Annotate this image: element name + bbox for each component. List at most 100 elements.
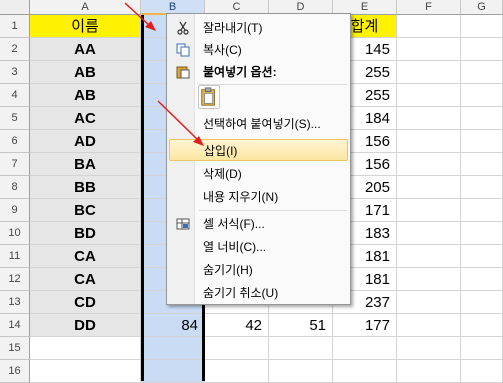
column-header-g[interactable]: G — [461, 0, 503, 15]
cell-g[interactable] — [461, 38, 503, 61]
menu-item-copy-label: 복사(C) — [203, 43, 242, 57]
menu-item-insert-label: 삽입(I) — [204, 144, 238, 158]
cell-g[interactable] — [461, 314, 503, 337]
cell-f[interactable] — [397, 199, 461, 222]
cell-g[interactable] — [461, 153, 503, 176]
row-header[interactable]: 5 — [0, 107, 30, 130]
name-cell[interactable]: AA — [30, 38, 141, 61]
cell-g[interactable] — [461, 245, 503, 268]
paste-icon[interactable] — [198, 85, 220, 109]
row-header[interactable]: 1 — [0, 15, 30, 38]
menu-item-insert[interactable]: 삽입(I) — [169, 139, 348, 161]
cell-f[interactable] — [397, 153, 461, 176]
cell-g[interactable] — [461, 107, 503, 130]
cell-e[interactable] — [333, 337, 397, 360]
cell-g[interactable] — [461, 61, 503, 84]
menu-item-cut[interactable]: 잘라내기(T) — [169, 17, 348, 39]
cell-f[interactable] — [397, 245, 461, 268]
row-header[interactable]: 16 — [0, 360, 30, 383]
cell-d[interactable] — [269, 360, 333, 383]
cell-f[interactable] — [397, 291, 461, 314]
cell-g[interactable] — [461, 84, 503, 107]
menu-item-column-width-label: 열 너비(C)... — [203, 240, 267, 254]
cell-e[interactable] — [333, 360, 397, 383]
menu-item-delete[interactable]: 삭제(D) — [169, 163, 348, 185]
menu-item-clear-contents-label: 내용 지우기(N) — [203, 190, 279, 204]
column-header-a[interactable]: A — [30, 0, 141, 15]
menu-item-unhide[interactable]: 숨기기 취소(U) — [169, 282, 348, 304]
menu-item-clear-contents[interactable]: 내용 지우기(N) — [169, 186, 348, 208]
cell-c[interactable] — [205, 337, 269, 360]
cell-f[interactable] — [397, 337, 461, 360]
row-header[interactable]: 2 — [0, 38, 30, 61]
row-header[interactable]: 14 — [0, 314, 30, 337]
row-header[interactable]: 9 — [0, 199, 30, 222]
menu-item-hide[interactable]: 숨기기(H) — [169, 259, 348, 281]
menu-item-format-cells-label: 셀 서식(F)... — [203, 217, 265, 231]
cell-f[interactable] — [397, 84, 461, 107]
cell-g[interactable] — [461, 222, 503, 245]
column-header-f[interactable]: F — [397, 0, 461, 15]
cell-a[interactable] — [30, 360, 141, 383]
name-cell[interactable]: CA — [30, 268, 141, 291]
cell-f[interactable] — [397, 222, 461, 245]
menu-item-paste-special[interactable]: 선택하여 붙여넣기(S)... — [169, 113, 348, 135]
cell-g[interactable] — [461, 15, 503, 38]
name-cell[interactable]: BB — [30, 176, 141, 199]
name-cell[interactable]: BD — [30, 222, 141, 245]
cell-b[interactable] — [141, 337, 205, 360]
menu-item-copy[interactable]: 복사(C) — [169, 39, 348, 61]
cell-f[interactable] — [397, 360, 461, 383]
row-header[interactable]: 10 — [0, 222, 30, 245]
cell-f[interactable] — [397, 314, 461, 337]
cell-b[interactable] — [141, 360, 205, 383]
name-cell[interactable]: BC — [30, 199, 141, 222]
row-header[interactable]: 12 — [0, 268, 30, 291]
name-cell[interactable]: DD — [30, 314, 141, 337]
cell-c[interactable]: 42 — [205, 314, 269, 337]
menu-item-column-width[interactable]: 열 너비(C)... — [169, 236, 348, 258]
select-all-corner[interactable] — [0, 0, 30, 15]
row-header[interactable]: 15 — [0, 337, 30, 360]
cell-f[interactable] — [397, 176, 461, 199]
row-header[interactable]: 4 — [0, 84, 30, 107]
cell-f[interactable] — [397, 268, 461, 291]
cell-b[interactable]: 84 — [141, 314, 205, 337]
row-header[interactable]: 7 — [0, 153, 30, 176]
menu-item-cut-label: 잘라내기(T) — [203, 21, 263, 35]
cell-f[interactable] — [397, 61, 461, 84]
paste-clipboard-icon — [201, 87, 215, 106]
cell-f[interactable] — [397, 38, 461, 61]
row-header[interactable]: 8 — [0, 176, 30, 199]
name-cell[interactable]: AB — [30, 61, 141, 84]
total-cell[interactable]: 177 — [333, 314, 397, 337]
menu-item-format-cells[interactable]: 셀 서식(F)... — [169, 213, 348, 235]
name-cell[interactable]: AC — [30, 107, 141, 130]
name-cell[interactable]: AD — [30, 130, 141, 153]
row-header[interactable]: 6 — [0, 130, 30, 153]
cell-g[interactable] — [461, 199, 503, 222]
cell-f[interactable] — [397, 15, 461, 38]
cell-g[interactable] — [461, 130, 503, 153]
name-cell[interactable]: AB — [30, 84, 141, 107]
name-cell[interactable]: CA — [30, 245, 141, 268]
name-cell[interactable]: BA — [30, 153, 141, 176]
cell-f[interactable] — [397, 107, 461, 130]
header-cell-name[interactable]: 이름 — [30, 15, 141, 38]
row-header[interactable]: 11 — [0, 245, 30, 268]
cell-a[interactable] — [30, 337, 141, 360]
copy-icon — [176, 43, 190, 57]
cell-f[interactable] — [397, 130, 461, 153]
name-cell[interactable]: CD — [30, 291, 141, 314]
cell-d[interactable]: 51 — [269, 314, 333, 337]
cell-g[interactable] — [461, 291, 503, 314]
row-header[interactable]: 13 — [0, 291, 30, 314]
cell-g[interactable] — [461, 337, 503, 360]
cell-g[interactable] — [461, 360, 503, 383]
cell-d[interactable] — [269, 337, 333, 360]
context-menu: 잘라내기(T) 복사(C) 붙여넣기 옵션: 선택하여 붙여넣기(S)... 삽… — [166, 13, 351, 305]
cell-g[interactable] — [461, 268, 503, 291]
cell-g[interactable] — [461, 176, 503, 199]
row-header[interactable]: 3 — [0, 61, 30, 84]
cell-c[interactable] — [205, 360, 269, 383]
